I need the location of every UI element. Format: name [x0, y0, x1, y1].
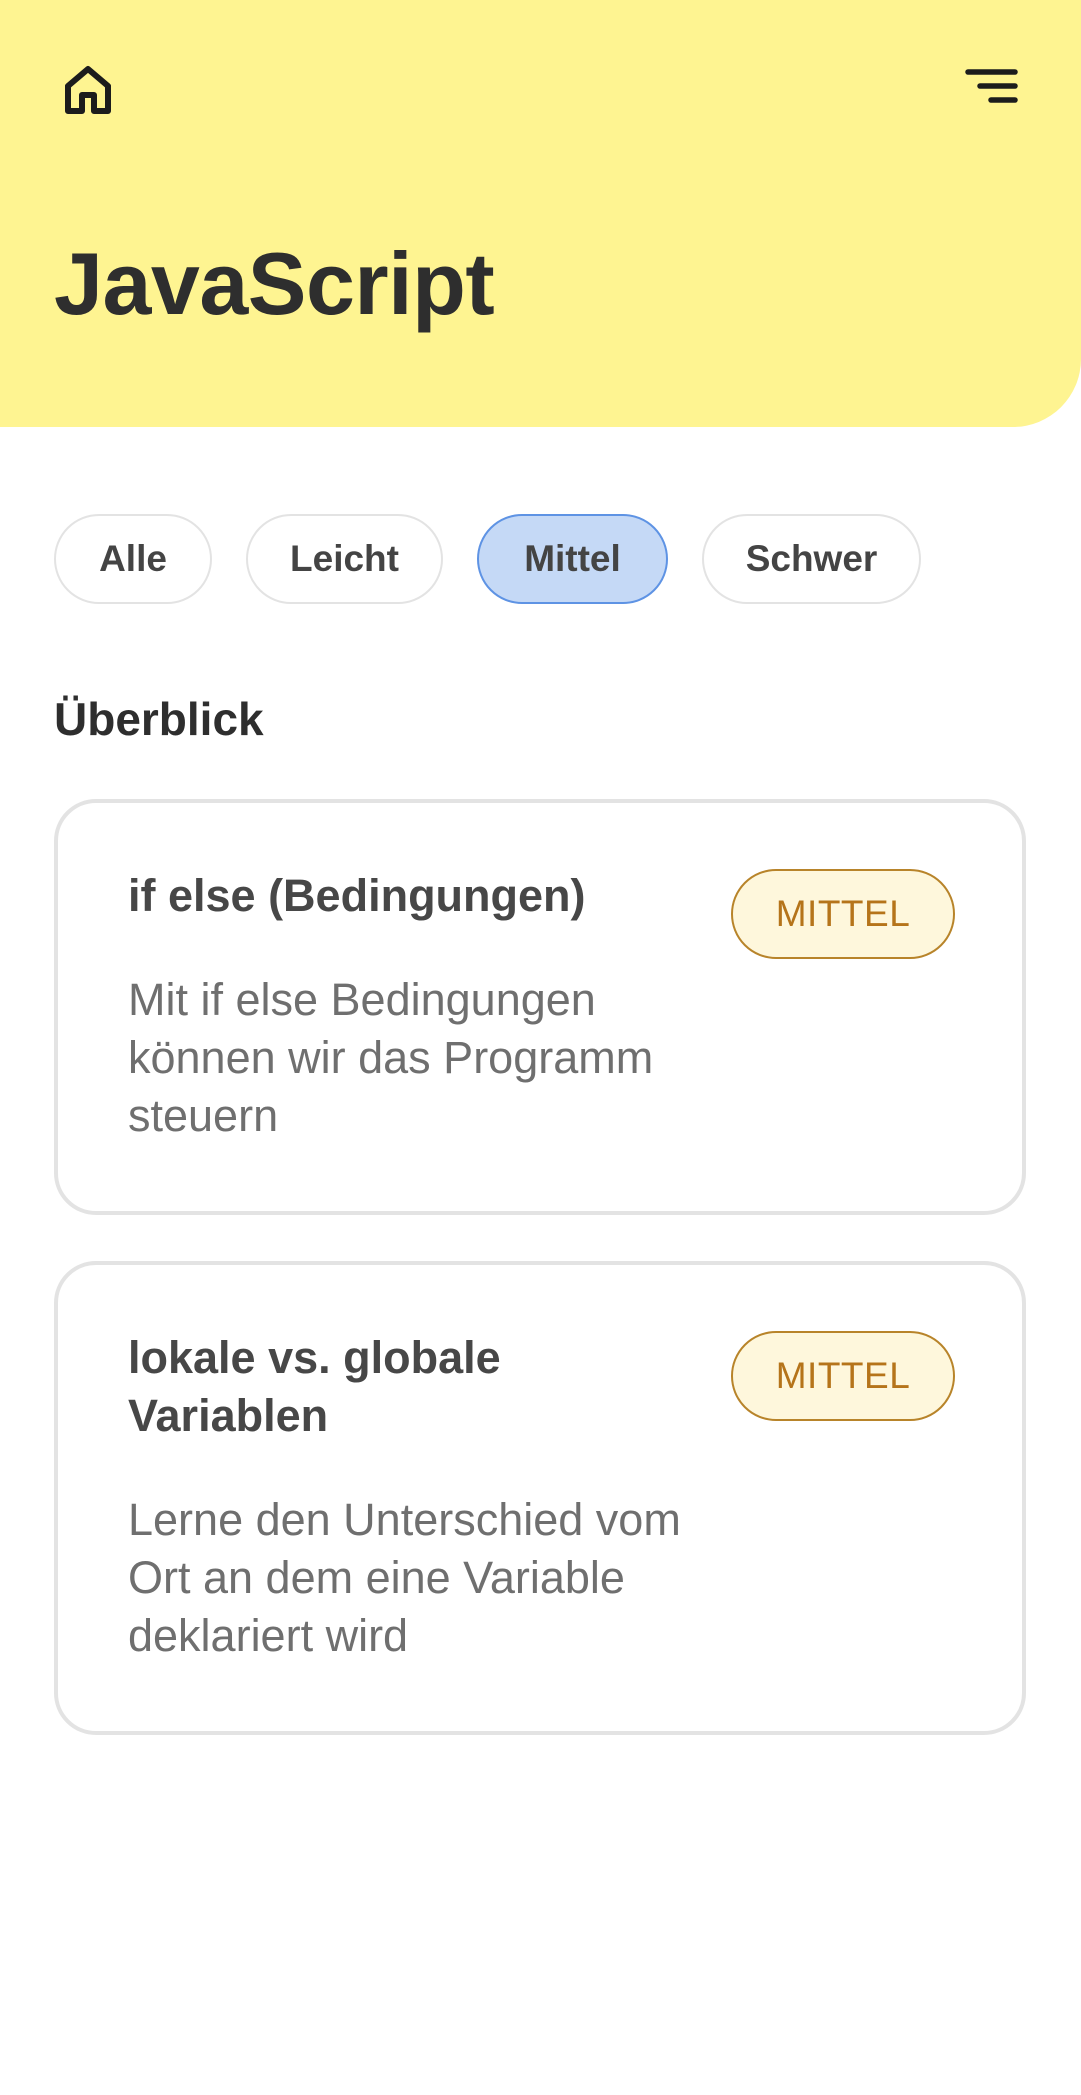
home-button[interactable] [54, 56, 122, 124]
lesson-card-description: Mit if else Bedingungen können wir das P… [128, 974, 654, 1141]
page-title: JavaScript [54, 234, 495, 333]
lesson-card[interactable]: if else (Bedingungen) Mit if else Beding… [54, 799, 1026, 1215]
filter-chip-alle[interactable]: Alle [54, 514, 212, 604]
difficulty-badge: MITTEL [731, 869, 955, 959]
header: JavaScript [0, 0, 1081, 427]
home-icon [65, 66, 111, 114]
menu-button[interactable] [956, 56, 1028, 118]
lesson-card-description: Lerne den Unterschied vom Ort an dem ein… [128, 1494, 681, 1661]
section-title: Überblick [54, 693, 264, 745]
filter-chip-leicht[interactable]: Leicht [246, 514, 443, 604]
filter-chip-schwer[interactable]: Schwer [702, 514, 921, 604]
menu-icon [965, 69, 1018, 103]
lesson-card[interactable]: lokale vs. globale Variablen Lerne den U… [54, 1261, 1026, 1735]
lesson-card-title: if else (Bedingungen) [128, 870, 586, 921]
filter-chip-mittel[interactable]: Mittel [477, 514, 668, 604]
lesson-card-title: lokale vs. globale Variablen [128, 1332, 501, 1441]
difficulty-filter-bar: Alle Leicht Mittel Schwer [54, 514, 921, 604]
difficulty-badge: MITTEL [731, 1331, 955, 1421]
